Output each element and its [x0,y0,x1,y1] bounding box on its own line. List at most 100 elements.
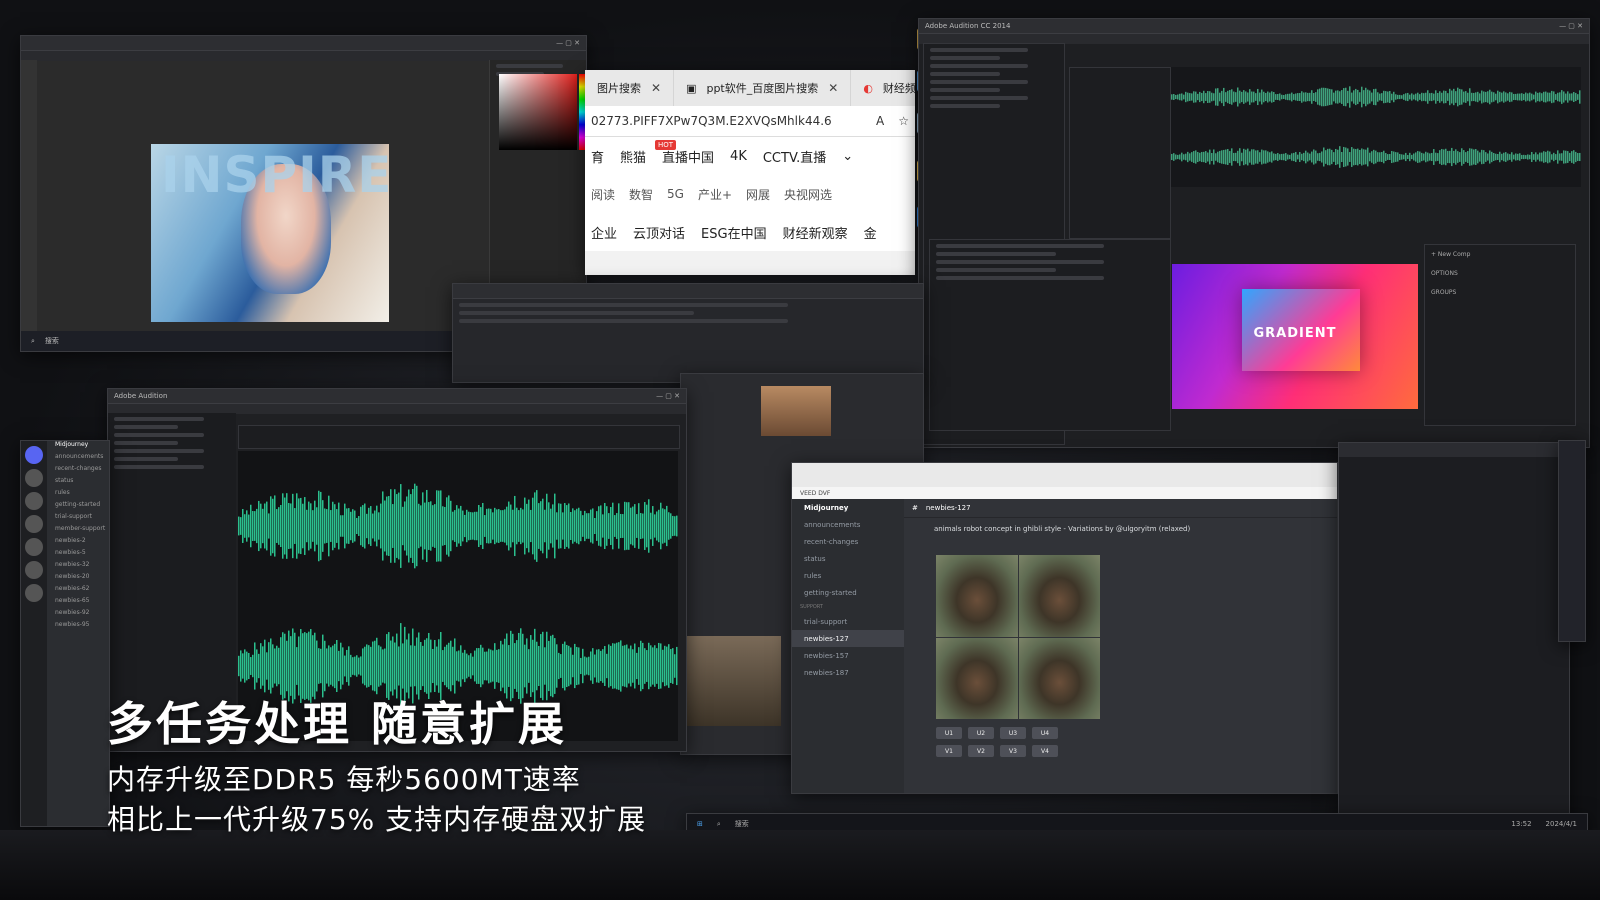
channel-item[interactable]: member-support [49,525,109,537]
variation-button-4[interactable]: V4 [1032,745,1058,757]
waveform-sample [238,655,240,677]
tracks-panel[interactable] [1069,67,1171,239]
new-comp-button[interactable]: + New Comp [1425,245,1575,264]
waveform-sample [1181,152,1183,162]
nav-link[interactable]: 数智 [629,186,653,203]
generated-image[interactable] [1018,637,1100,719]
variation-button-3[interactable]: V3 [1000,745,1026,757]
nav-link[interactable]: 熊猫 [620,147,646,166]
tab-finance[interactable]: ◐ 财经频道 [851,70,915,106]
upscale-button-3[interactable]: U3 [1000,727,1026,739]
photoshop-canvas[interactable]: INSPIRE [151,144,391,322]
search-icon[interactable]: ⌕ [31,337,35,346]
server-name[interactable]: Midjourney [49,441,109,453]
generated-image[interactable] [1018,555,1100,637]
read-aloud-icon[interactable]: A [876,114,884,128]
side-toolbar[interactable] [1558,440,1586,642]
nav-link[interactable]: 企业 [591,223,617,242]
generated-image[interactable] [936,555,1018,637]
channel-item[interactable]: status [792,550,904,567]
channel-item[interactable]: newbies-62 [49,585,109,597]
composition-preview[interactable]: GRADIENT [1172,264,1418,409]
waveform-sample [1489,89,1491,105]
channel-item[interactable]: rules [792,567,904,584]
channel-item[interactable]: newbies-95 [49,621,109,633]
window-controls[interactable]: — ▢ ✕ [1559,22,1583,30]
nav-link[interactable]: ESG在中国 [701,223,767,242]
audition2-overview[interactable] [238,425,680,449]
windows-start-icon[interactable]: ⊞ [697,820,703,828]
nav-link[interactable]: 5G [667,187,684,201]
waveform-sample [480,507,482,545]
address-bar[interactable]: 02773.PIFF7XPw7Q3M.E2XVQsMhlk44.6 A ☆ [585,106,915,137]
channel-item[interactable]: rules [49,489,109,501]
channel-item[interactable]: newbies-32 [49,561,109,573]
photoshop-toolbar[interactable] [21,60,37,351]
channel-item[interactable]: announcements [792,516,904,533]
nav-link[interactable]: 网展 [746,186,770,203]
clock-date[interactable]: 2024/4/1 [1546,820,1577,828]
variation-button-2[interactable]: V2 [968,745,994,757]
nav-link[interactable]: CCTV.直播 [763,147,826,166]
options-panel[interactable]: + New Comp OPTIONS GROUPS [1424,244,1576,426]
waveform-sample [342,515,344,537]
channel-item[interactable]: trial-support [792,613,904,630]
nav-link[interactable]: 育 [591,147,604,166]
nav-link[interactable]: 4K [730,149,747,164]
chevron-down-icon[interactable]: ⌄ [842,149,853,164]
browser-window-secondary[interactable] [452,283,924,383]
channel-item[interactable]: newbies-157 [792,647,904,664]
discord-left-window[interactable]: Midjourney announcements recent-changes … [20,440,110,827]
channel-item[interactable]: newbies-2 [49,537,109,549]
discord-url-bar[interactable] [792,463,1337,487]
server-name[interactable]: Midjourney [792,499,904,516]
star-icon[interactable]: ☆ [898,114,909,128]
taskbar-search-label[interactable]: 搜索 [45,336,59,346]
server-list[interactable] [21,441,47,826]
channel-item[interactable]: newbies-92 [49,609,109,621]
close-icon[interactable]: ✕ [651,81,661,95]
dark-app-window[interactable] [1338,442,1570,824]
channel-item[interactable]: newbies-20 [49,573,109,585]
channel-item[interactable]: trial-support [49,513,109,525]
image-grid[interactable] [936,555,1100,719]
taskbar-search[interactable]: 搜索 [735,819,749,829]
nav-link[interactable]: 金 [864,223,877,242]
close-icon[interactable]: ✕ [828,81,838,95]
nav-link[interactable]: 央视网选 [784,186,832,203]
multitrack-waveform[interactable] [1171,67,1581,187]
upscale-button-1[interactable]: U1 [936,727,962,739]
nav-link[interactable]: 阅读 [591,186,615,203]
search-icon[interactable]: ⌕ [717,820,721,829]
channel-item-active[interactable]: newbies-127 [792,630,904,647]
channel-item[interactable]: announcements [49,453,109,465]
channel-item[interactable]: newbies-5 [49,549,109,561]
waveform-sample [1257,88,1259,106]
layers-panel[interactable] [929,239,1171,431]
channel-item[interactable]: recent-changes [49,465,109,477]
generated-image[interactable] [936,637,1018,719]
tab-ppt-search[interactable]: ▣ ppt软件_百度图片搜索 ✕ [674,70,852,106]
channel-item[interactable]: newbies-187 [792,664,904,681]
channel-item[interactable]: status [49,477,109,489]
audition-main-window[interactable]: Adobe Audition CC 2014 — ▢ ✕ GRADIENT + … [918,18,1590,448]
clock-time[interactable]: 13:52 [1511,820,1531,828]
window-controls[interactable]: — ▢ ✕ [656,392,680,400]
variation-button-1[interactable]: V1 [936,745,962,757]
channel-item[interactable]: getting-started [792,584,904,601]
color-picker[interactable] [499,74,577,150]
channel-item[interactable]: newbies-65 [49,597,109,609]
tab-image-search[interactable]: 图片搜索 ✕ [585,70,675,106]
waveform-sample [350,654,352,678]
browser-window[interactable]: 图片搜索 ✕ ▣ ppt软件_百度图片搜索 ✕ ◐ 财经频道 02773.PIF… [585,70,915,275]
nav-link[interactable]: 云顶对话 [633,223,685,242]
channel-item[interactable]: recent-changes [792,533,904,550]
nav-link[interactable]: 财经新观察 [783,223,848,242]
bookmark-item[interactable]: VEED DVF [800,490,830,497]
channel-item[interactable]: getting-started [49,501,109,513]
upscale-button-2[interactable]: U2 [968,727,994,739]
window-controls[interactable]: — ▢ ✕ [556,39,580,47]
nav-link[interactable]: 产业+ [698,186,732,203]
upscale-button-4[interactable]: U4 [1032,727,1058,739]
discord-right-window[interactable]: VEED DVF Midjourney announcements recent… [791,462,1338,794]
